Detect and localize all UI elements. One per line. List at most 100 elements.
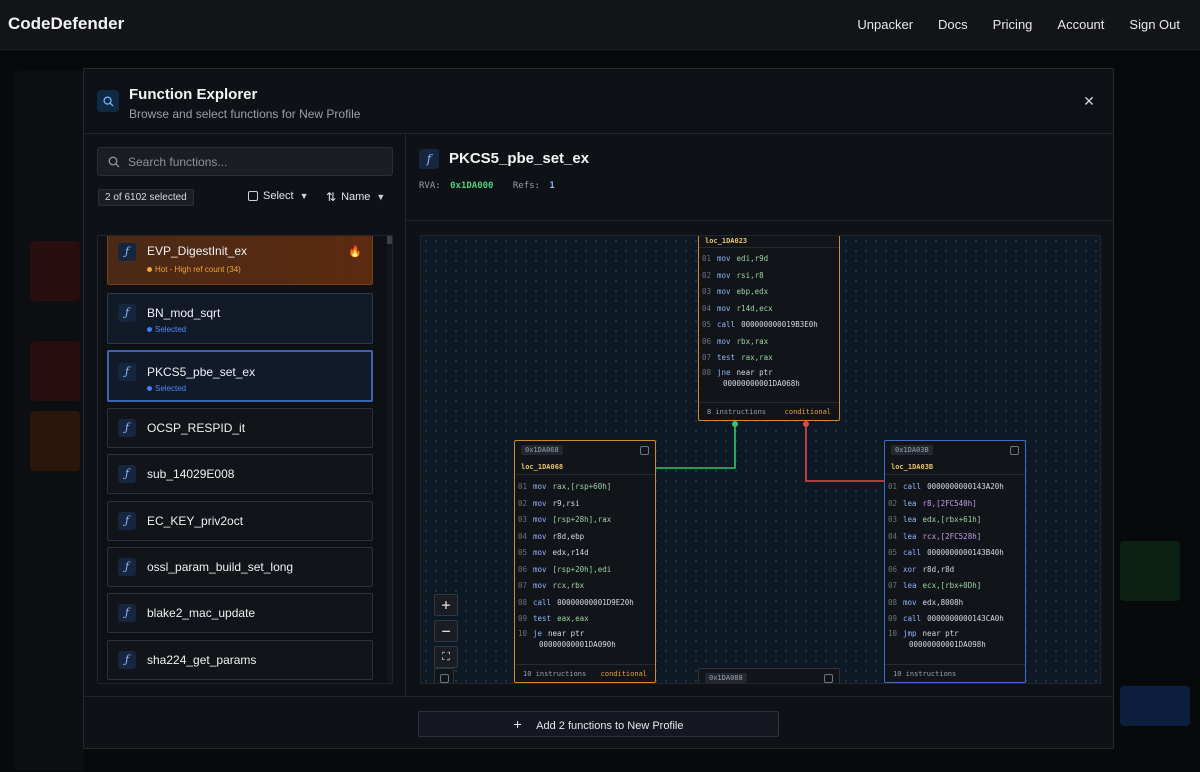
edge-false <box>805 424 884 482</box>
function-name: EVP_DigestInit_ex <box>147 244 248 258</box>
copy-icon[interactable] <box>824 674 833 683</box>
code-block-loc-1da088[interactable]: 0x1DA088 <box>698 668 840 683</box>
list-item-function[interactable]: ƒ blake2_mac_update <box>107 593 373 633</box>
instruction-row: 03 mov ebp,edx <box>701 287 769 296</box>
function-name: PKCS5_pbe_set_ex <box>147 365 256 379</box>
code-block-loc-1da068[interactable]: 0x1DA068 loc_1DA068 01 mov rax,[rsp+60h] 0… <box>514 440 656 683</box>
function-status: Selected <box>147 384 186 393</box>
block-footer: 8 instructions conditional <box>699 402 839 420</box>
code-block-loc-1da023[interactable]: loc_1DA023 01 mov edi,r9d 02 mov rsi,r8 03 mo… <box>698 236 840 421</box>
search-icon <box>108 156 120 167</box>
function-icon: ƒ <box>118 465 136 483</box>
list-item-function[interactable]: ƒ BN_mod_sqrt Selected <box>107 293 373 344</box>
block-instructions: 01 mov edi,r9d 02 mov rsi,r8 03 mov ebp,edx 04… <box>699 248 839 389</box>
status-text: Selected <box>155 384 187 393</box>
chevron-down-icon: ▼ <box>376 192 386 202</box>
modal-footer: + Add 2 functions to New Profile <box>84 696 1113 749</box>
modal-header: Function Explorer Browse and select func… <box>84 69 1113 134</box>
instruction-row: 05 call 000000000019B3E0h <box>701 320 818 329</box>
instruction-row: 08 mov edx,8008h <box>887 597 964 607</box>
code-block-partial[interactable] <box>434 668 454 683</box>
list-item-function[interactable]: ƒ EC_KEY_priv2oct <box>107 501 373 541</box>
copy-icon[interactable] <box>1010 446 1019 455</box>
status-text: Selected <box>155 325 187 334</box>
instruction-row: 09 call 0000000000143CA0h <box>887 614 1004 623</box>
function-name: sha224_get_params <box>147 653 257 667</box>
sort-dropdown-label: Name <box>341 191 371 203</box>
list-item-function-active[interactable]: ƒ PKCS5_pbe_set_ex Selected <box>107 350 373 402</box>
nav-link-pricing[interactable]: Pricing <box>993 17 1033 32</box>
instruction-row: 03 mov [rsp+28h],rax <box>517 515 612 524</box>
status-text: Hot - High ref count (34) <box>155 265 241 274</box>
control-flow-graph[interactable]: loc_1DA023 01 mov edi,r9d 02 mov rsi,r8 03 mo… <box>420 235 1101 684</box>
function-title: PKCS5_pbe_set_ex <box>449 150 590 167</box>
scrollbar-thumb[interactable] <box>387 236 392 244</box>
zoom-in-button[interactable]: + <box>434 594 458 616</box>
function-detail-header: f PKCS5_pbe_set_ex RVA: 0x1DA000 Refs: 1 <box>406 134 1113 221</box>
list-item-function[interactable]: ƒ ossl_param_build_set_long <box>107 547 373 587</box>
sort-dropdown[interactable]: ⇅ Name ▼ <box>326 190 385 204</box>
function-status: Selected <box>147 325 186 334</box>
function-status: Hot - High ref count (34) <box>147 265 241 274</box>
instruction-row: 02 mov r9,rsi <box>517 498 580 508</box>
instruction-row: 07 mov rcx,rbx <box>517 581 585 590</box>
function-name: ossl_param_build_set_long <box>147 560 294 574</box>
status-dot <box>147 386 152 391</box>
function-icon: ƒ <box>118 304 136 322</box>
add-functions-button[interactable]: + Add 2 functions to New Profile <box>418 711 779 737</box>
block-label: loc_1DA023 <box>699 236 839 248</box>
background-card-red <box>30 241 80 301</box>
function-meta: RVA: 0x1DA000 Refs: 1 <box>419 181 555 191</box>
brand-logo[interactable]: CodeDefender <box>8 14 124 34</box>
instruction-row: 06 mov [rsp+20h],edi <box>517 564 612 574</box>
list-item-function[interactable]: ƒ sha224_get_params <box>107 640 373 680</box>
list-scrollbar[interactable] <box>387 236 392 683</box>
block-instructions: 01 call 0000000000143A20h 02 lea r8,[2FC540h… <box>885 475 1025 650</box>
top-nav: CodeDefender Unpacker Docs Pricing Accou… <box>0 0 1200 50</box>
nav-link-docs[interactable]: Docs <box>938 17 968 32</box>
function-icon: ƒ <box>118 558 136 576</box>
edge-false-port <box>803 421 809 427</box>
list-item-function[interactable]: ƒ sub_14029E008 <box>107 454 373 494</box>
instruction-row: 06 xor r8d,r8d <box>887 564 955 574</box>
instruction-row-continuation: 00000000001DA068h <box>723 378 800 388</box>
function-list[interactable]: ƒ EVP_DigestInit_ex Hot - High ref count… <box>97 235 393 684</box>
function-name: sub_14029E008 <box>147 467 235 481</box>
instruction-row: 03 lea edx,[rbx+61h] <box>887 515 982 524</box>
copy-icon[interactable] <box>440 674 449 683</box>
nav-link-account[interactable]: Account <box>1057 17 1104 32</box>
block-header: 0x1DA088 <box>699 669 839 683</box>
instruction-row: 02 mov rsi,r8 <box>701 270 764 280</box>
list-item-function[interactable]: ƒ EVP_DigestInit_ex Hot - High ref count… <box>107 236 373 285</box>
nav-link-unpacker[interactable]: Unpacker <box>857 17 913 32</box>
modal-subtitle: Browse and select functions for New Prof… <box>129 107 361 121</box>
zoom-out-button[interactable]: − <box>434 620 458 642</box>
close-icon[interactable]: ✕ <box>1081 93 1097 109</box>
instruction-row: 05 mov edx,r14d <box>517 548 589 557</box>
code-block-loc-1da03b[interactable]: 0x1DA03B loc_1DA03B 01 call 0000000000143A… <box>884 440 1026 683</box>
search-box[interactable] <box>97 147 393 176</box>
list-item-function[interactable]: ƒ OCSP_RESPID_it <box>107 408 373 448</box>
refs-label: Refs: <box>512 181 540 191</box>
background-card-green <box>1120 541 1180 601</box>
nav-link-sign-out[interactable]: Sign Out <box>1129 17 1180 32</box>
edge-true-port <box>732 421 738 427</box>
function-icon: ƒ <box>118 604 136 622</box>
instruction-row: 04 mov r14d,ecx <box>701 303 773 313</box>
sort-icon: ⇅ <box>326 190 337 204</box>
block-header: 0x1DA03B <box>885 441 1025 459</box>
function-name: BN_mod_sqrt <box>147 306 221 320</box>
block-label: loc_1DA068 <box>515 459 655 475</box>
search-input[interactable] <box>128 154 378 169</box>
instruction-row: 02 lea r8,[2FC540h] <box>887 498 977 508</box>
select-dropdown[interactable]: Select ▼ <box>248 190 309 202</box>
function-name: EC_KEY_priv2oct <box>147 514 244 528</box>
function-icon: ƒ <box>118 363 136 381</box>
copy-icon[interactable] <box>640 446 649 455</box>
function-icon: ƒ <box>118 512 136 530</box>
fit-view-button[interactable]: ⛶ <box>434 646 458 668</box>
conditional-tag: conditional <box>784 408 831 416</box>
instruction-row: 06 mov rbx,rax <box>701 336 769 346</box>
chevron-down-icon: ▼ <box>299 191 309 201</box>
add-functions-label: Add 2 functions to New Profile <box>536 720 684 732</box>
